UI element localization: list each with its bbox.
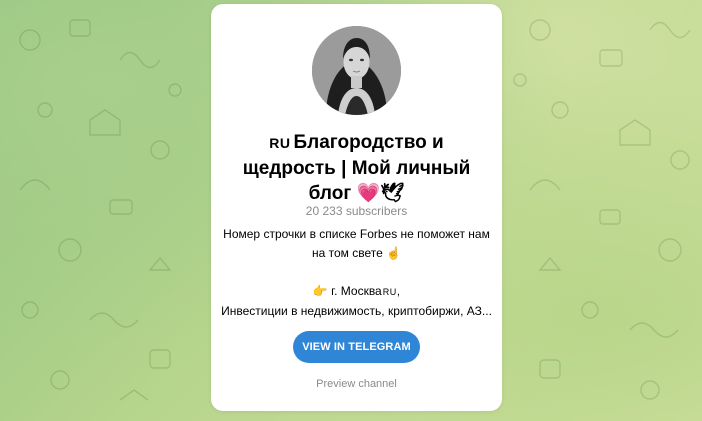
location-suffix: , — [396, 284, 401, 298]
heart-emoji-icon: 💗 — [356, 183, 381, 204]
channel-card: RU Благородство и щедрость | Мой личный б… — [211, 4, 502, 411]
avatar-photo — [312, 26, 401, 115]
description-line: на том свете ☝ — [311, 246, 402, 260]
subscriber-count: 20 233 subscribers — [305, 204, 408, 218]
description-line: Номер строчки в списке Forbes не поможет… — [223, 227, 490, 241]
interests-line: Инвестиции в недвижимость, криптобиржи, … — [221, 304, 492, 318]
channel-avatar — [312, 26, 401, 115]
location-line: 👉 г. МоскваRU, — [221, 282, 492, 302]
flag-ru-icon: RU — [269, 135, 291, 151]
description-spacer — [221, 263, 492, 282]
channel-description: Номер строчки в списке Forbes не поможет… — [221, 225, 492, 321]
location-text: 👉 г. Москва — [312, 284, 382, 298]
view-in-telegram-button[interactable]: VIEW IN TELEGRAM — [293, 331, 420, 363]
flag-ru-icon: RU — [382, 287, 397, 297]
dove-emoji-icon: 🕊 — [380, 183, 405, 204]
channel-title: RU Благородство и щедрость | Мой личный б… — [231, 130, 482, 206]
preview-channel-link[interactable]: Preview channel — [211, 378, 502, 390]
